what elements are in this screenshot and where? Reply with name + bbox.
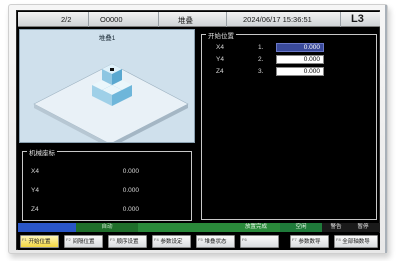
softkey-number: F1 — [22, 237, 27, 242]
status-bar: 自动 放置完成 空闲 警告 暂停 — [18, 223, 380, 232]
softkey-number: F8 — [336, 237, 341, 242]
coord-value-y4: 0.000 — [122, 187, 139, 194]
pick-marker — [110, 68, 114, 71]
coord-axis-z4: Z4 — [31, 206, 39, 213]
stack-visualization: 堆叠1 — [19, 29, 195, 143]
status-segment-3 — [138, 223, 232, 232]
header-divider — [88, 12, 89, 27]
softkey-parameter-import[interactable]: F7 参数数导 — [290, 235, 329, 248]
softkey-all-axis-import[interactable]: F8 全部轴数导 — [334, 235, 378, 248]
datetime: 2024/06/17 15:36:51 — [243, 15, 312, 24]
start-position-panel: 开始位置 X4 1. 0.000 Y4 2. 0.000 Z4 3. 0.000 — [201, 30, 377, 220]
status-idle: 空闲 — [280, 223, 322, 232]
bezel-edge — [385, 5, 387, 253]
softkey-start-position[interactable]: F1 开始位置 — [20, 235, 59, 248]
softkey-stack-status[interactable]: F5 堆叠状态 — [196, 235, 235, 248]
hmi-screen: 2/2 O0000 堆叠 2024/06/17 15:36:51 L3 堆叠1 … — [16, 10, 380, 250]
softkey-number: F5 — [198, 237, 203, 242]
status-segment-1 — [18, 223, 76, 232]
viewport-title: 堆叠1 — [98, 35, 116, 42]
softkey-label: 开始位置 — [28, 239, 51, 245]
softkey-label: 间隔位置 — [72, 239, 95, 245]
softkey-sequence-setting[interactable]: F3 顺序设置 — [108, 235, 147, 248]
softkey-parameter-setting[interactable]: F4 参数设定 — [152, 235, 191, 248]
softkey-label: 全部轴数导 — [342, 239, 370, 245]
machine-coords-title: 机械座标 — [27, 147, 57, 157]
stack-3d-graphic — [33, 63, 189, 142]
softkey-label: 参数设定 — [160, 239, 183, 245]
start-axis-y4: Y4 — [216, 56, 224, 63]
program-number: O0000 — [100, 15, 123, 24]
softkey-label: 堆叠状态 — [204, 239, 227, 245]
mode-label: 堆叠 — [178, 16, 193, 25]
softkey-number: F7 — [292, 237, 297, 242]
softkey-number: F6 — [242, 237, 247, 242]
start-axis-z4: Z4 — [216, 68, 224, 75]
start-index-3: 3. — [258, 68, 264, 75]
start-index-2: 2. — [258, 56, 264, 63]
coord-value-x4: 0.000 — [122, 168, 139, 175]
softkey-label: 顺序设置 — [116, 239, 139, 245]
header-bar: 2/2 O0000 堆叠 2024/06/17 15:36:51 L3 — [18, 12, 380, 27]
coord-axis-x4: X4 — [31, 168, 39, 175]
start-y4-input[interactable]: 0.000 — [276, 55, 324, 64]
header-divider — [340, 12, 341, 27]
softkey-number: F3 — [110, 237, 115, 242]
status-auto: 自动 — [76, 223, 138, 232]
header-divider — [158, 12, 159, 27]
softkey-label: 参数数导 — [298, 239, 321, 245]
start-index-1: 1. — [258, 44, 264, 51]
start-axis-x4: X4 — [216, 44, 224, 51]
softkey-interval-position[interactable]: F2 间隔位置 — [64, 235, 103, 248]
status-pause: 暂停 — [357, 224, 369, 230]
header-divider — [226, 12, 227, 27]
start-z4-input[interactable]: 0.000 — [276, 67, 324, 76]
machine-coords-panel: 机械座标 X4 0.000 Y4 0.000 Z4 0.000 — [22, 147, 192, 221]
softkey-number: F2 — [66, 237, 71, 242]
page-indicator: 2/2 — [61, 15, 72, 24]
coord-axis-y4: Y4 — [31, 187, 39, 194]
start-position-title: 开始位置 — [206, 30, 236, 40]
coord-value-z4: 0.000 — [122, 206, 139, 213]
status-place-done: 放置完成 — [232, 223, 280, 232]
softkey-bar: F1 开始位置 F2 间隔位置 F3 顺序设置 F4 参数设定 F5 堆叠状态 … — [18, 233, 380, 250]
user-level: L3 — [351, 13, 364, 25]
status-alarm: 警告 — [330, 224, 342, 230]
softkey-number: F4 — [154, 237, 159, 242]
softkey-blank[interactable]: F6 — [240, 235, 279, 248]
start-x4-input[interactable]: 0.000 — [276, 43, 324, 52]
